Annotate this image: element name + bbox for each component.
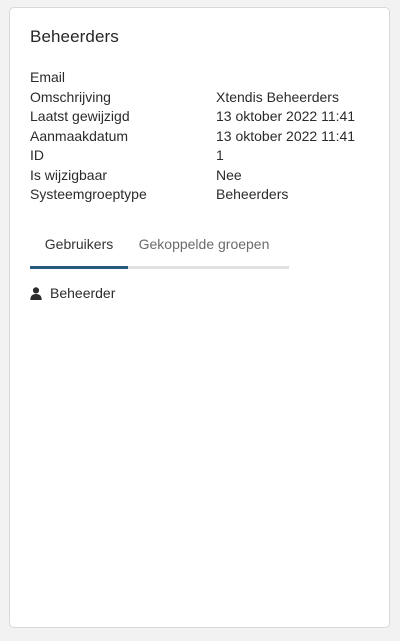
property-row-created: Aanmaakdatum 13 oktober 2022 11:41 (30, 127, 375, 147)
property-row-system-group-type: Systeemgroeptype Beheerders (30, 185, 375, 205)
property-list: Email Omschrijving Xtendis Beheerders La… (30, 68, 375, 205)
property-row-email: Email (30, 68, 375, 88)
group-detail-card: Beheerders Email Omschrijving Xtendis Be… (9, 7, 390, 628)
property-row-editable: Is wijzigbaar Nee (30, 166, 375, 186)
property-value: 13 oktober 2022 11:41 (216, 108, 356, 124)
property-label: Aanmaakdatum (30, 127, 129, 144)
property-value: 13 oktober 2022 11:41 (216, 127, 356, 144)
property-row-id: ID 1 (30, 146, 375, 166)
property-row-last-modified: Laatst gewijzigd 13 oktober 2022 11:41 (30, 107, 375, 127)
property-value: Beheerders (216, 186, 289, 202)
property-label: Email (30, 69, 66, 85)
tab-users[interactable]: Gebruikers (30, 230, 128, 269)
user-icon (30, 286, 42, 300)
card-title: Beheerders (30, 27, 119, 46)
property-label: Systeemgroeptype (30, 186, 147, 202)
member-name: Beheerder (50, 285, 116, 301)
property-label: Laatst gewijzigd (30, 108, 130, 124)
tab-bar: Gebruikers Gekoppelde groepen (30, 230, 289, 269)
property-value: Nee (216, 166, 242, 183)
property-row-description: Omschrijving Xtendis Beheerders (30, 88, 375, 108)
property-label: ID (30, 147, 44, 163)
property-value: Xtendis Beheerders (216, 88, 339, 105)
property-value: 1 (216, 147, 224, 163)
property-label: Is wijzigbaar (30, 166, 108, 183)
tab-linked-groups[interactable]: Gekoppelde groepen (134, 230, 274, 266)
list-item[interactable]: Beheerder (30, 285, 115, 301)
property-label: Omschrijving (30, 88, 111, 105)
